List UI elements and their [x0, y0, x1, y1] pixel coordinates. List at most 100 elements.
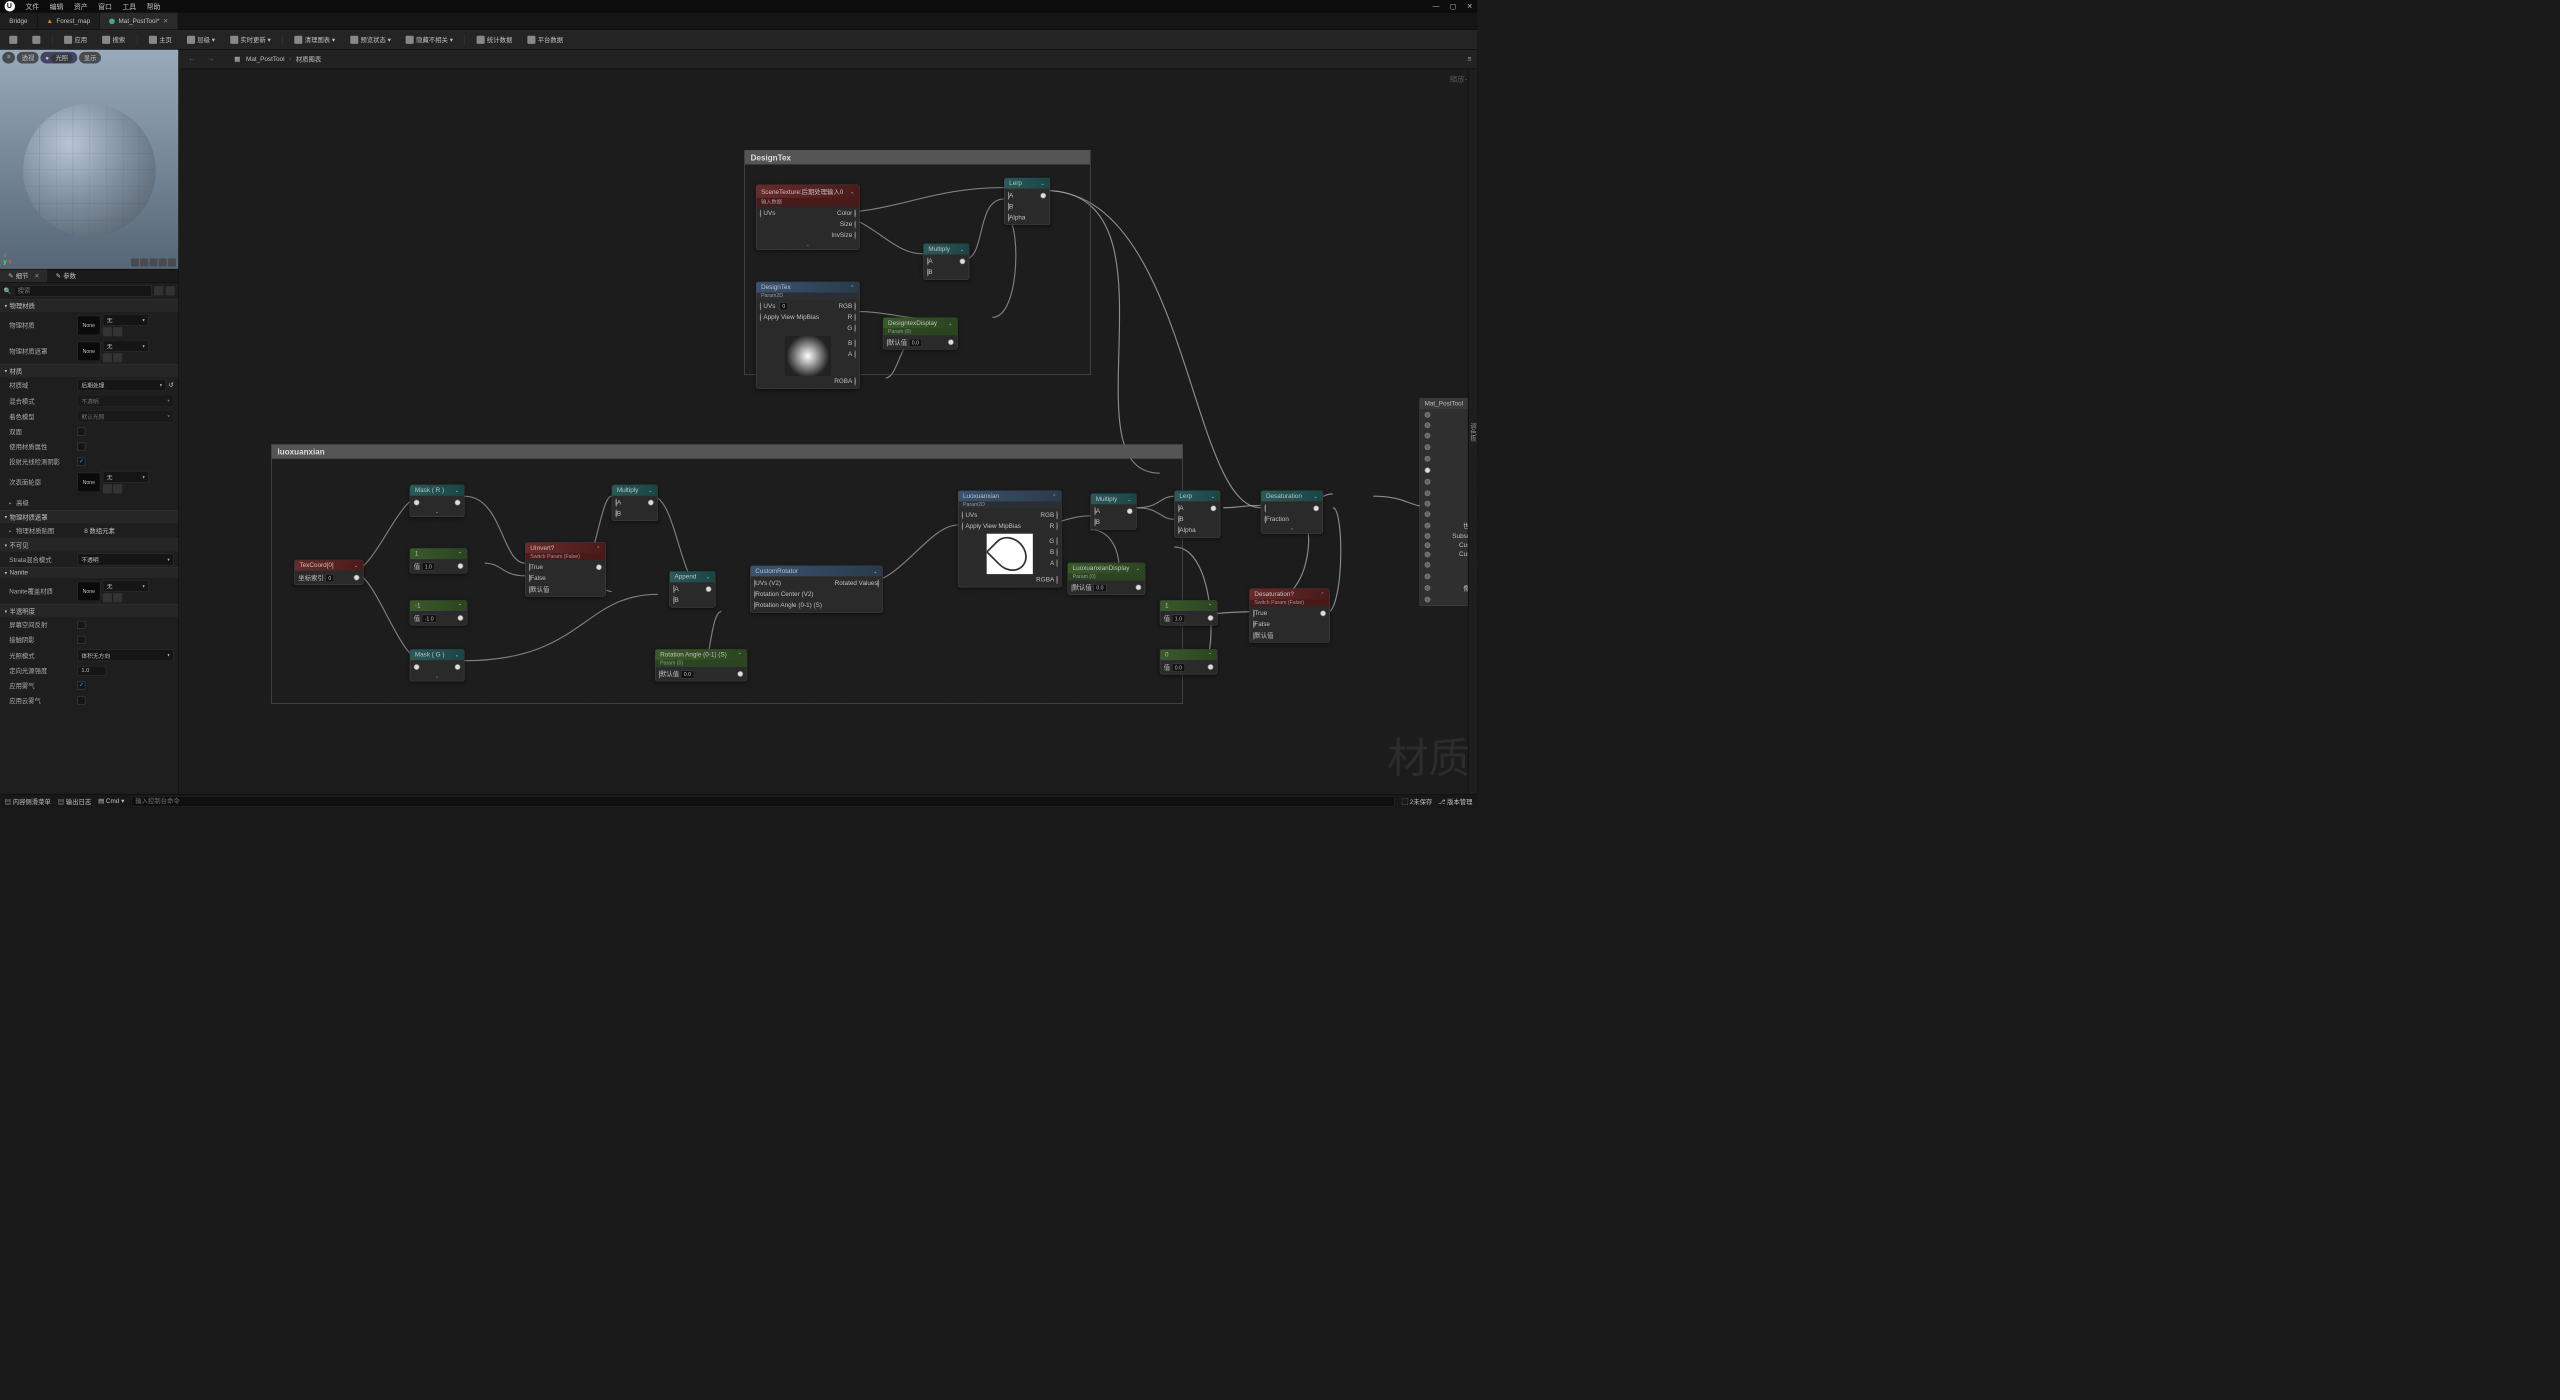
- breadcrumb-root[interactable]: Mat_PostTool: [246, 56, 284, 63]
- pin-out[interactable]: [706, 586, 712, 592]
- pin-out[interactable]: [1127, 508, 1133, 514]
- node-custom-rotator[interactable]: CustomRotator⌄ UVs (V2)Rotated Values Ro…: [750, 565, 883, 612]
- output-log-button[interactable]: ▤ 输出日志: [58, 797, 92, 806]
- details-panel[interactable]: 物理材质 物理材质None无 物理材质遮罩None无 材质 材质域后期处理↺ 混…: [0, 299, 178, 794]
- use-icon[interactable]: [103, 484, 112, 493]
- pin-in[interactable]: [414, 500, 420, 506]
- physmatmask-dropdown[interactable]: 无: [103, 340, 149, 352]
- node-desaturation[interactable]: Desaturation⌄ Fraction⌄: [1261, 490, 1323, 533]
- node-mask-g[interactable]: Mask ( G )⌄ ⌄: [410, 649, 465, 681]
- pin-out[interactable]: [1056, 559, 1057, 567]
- lighting-mode-dropdown[interactable]: 体积无方向: [77, 649, 173, 661]
- node-lerp-top[interactable]: Lerp⌄ A B Alpha: [1004, 178, 1050, 225]
- graph-canvas[interactable]: 缩放-1 材质: [179, 69, 1477, 794]
- pin-out[interactable]: [455, 664, 461, 670]
- live-update-button[interactable]: 实时更新 ▾: [227, 33, 275, 46]
- pin-out[interactable]: [737, 671, 743, 677]
- pin-out[interactable]: [1136, 585, 1142, 591]
- pin-out[interactable]: [1320, 610, 1326, 616]
- vp-opt-icon[interactable]: [168, 258, 176, 266]
- cast-raytrace-shadow-checkbox[interactable]: [77, 458, 85, 466]
- vp-hamburger-icon[interactable]: ≡: [2, 52, 15, 64]
- content-drawer-button[interactable]: ▤ 内容侧滑菜单: [5, 797, 51, 806]
- apply-fog-checkbox[interactable]: [77, 681, 85, 689]
- tab-details[interactable]: ✎细节✕: [0, 269, 48, 282]
- node-desaturation-switch[interactable]: Desaturation?⌃ Switch Param (False) True…: [1249, 589, 1330, 643]
- close-icon[interactable]: ✕: [34, 272, 39, 280]
- use-icon[interactable]: [103, 327, 112, 336]
- node-append[interactable]: Append⌄ A B: [669, 571, 715, 607]
- physmat-dropdown[interactable]: 无: [103, 314, 149, 326]
- node-uinvert-switch[interactable]: UInvert?⌃ Switch Param (False) True Fals…: [525, 542, 606, 596]
- node-multiply-mid[interactable]: Multiply⌄ A B: [612, 485, 658, 521]
- shading-model-dropdown[interactable]: 默认光照: [77, 410, 173, 422]
- directional-light-intensity-field[interactable]: 1.0: [77, 666, 106, 676]
- vp-opt-icon[interactable]: [149, 258, 157, 266]
- pin-out[interactable]: [1208, 615, 1214, 621]
- material-preview-viewport[interactable]: ≡ 透视 ● 光照 显示 zy x: [0, 50, 178, 269]
- node-multiply-right[interactable]: Multiply⌄ A B: [1091, 493, 1137, 529]
- pin-out[interactable]: [855, 313, 856, 321]
- pin-out[interactable]: [855, 324, 856, 332]
- settings-icon[interactable]: [166, 286, 175, 295]
- node-rotation-angle-param[interactable]: Rotation Angle (0-1) (S)⌃ Param (0) 默认值 …: [655, 649, 747, 681]
- console-input[interactable]: [131, 796, 1394, 806]
- category-physmat-mask[interactable]: 物理材质遮罩: [0, 510, 178, 523]
- graph-root-icon[interactable]: ▦: [234, 55, 240, 63]
- node-designtex-sampler[interactable]: DesignTex⌃ Param2D UVs 0RGB Apply View M…: [756, 282, 860, 389]
- unsaved-indicator[interactable]: ⬚ 2未保存: [1402, 797, 1433, 806]
- contact-shadow-checkbox[interactable]: [77, 636, 85, 644]
- menu-tool[interactable]: 工具: [122, 1, 136, 11]
- source-control-button[interactable]: ⎇ 版本管理: [1438, 797, 1472, 806]
- asset-thumbnail[interactable]: None: [77, 581, 100, 601]
- pin-out[interactable]: [458, 615, 464, 621]
- platform-stats-button[interactable]: 平台数据: [524, 33, 567, 46]
- tab-bridge[interactable]: Bridge: [0, 13, 37, 30]
- pin-out[interactable]: [1056, 576, 1057, 584]
- pin-in[interactable]: [1265, 504, 1266, 512]
- vp-opt-icon[interactable]: [140, 258, 148, 266]
- category-physical-material[interactable]: 物理材质: [0, 299, 178, 312]
- stats-button[interactable]: 统计数据: [473, 33, 516, 46]
- apply-cloud-fog-checkbox[interactable]: [77, 696, 85, 704]
- pin-out[interactable]: [1056, 522, 1057, 530]
- tab-parameters[interactable]: ✎参数: [48, 269, 84, 282]
- pin-out[interactable]: [855, 350, 856, 358]
- tab-forest-map[interactable]: ▲ Forest_map: [37, 13, 100, 30]
- node-luoxuanxian-display[interactable]: LuoxuanxianDisplay⌄ Param (0) 默认值 0.0: [1067, 563, 1145, 595]
- node-scenetexture[interactable]: SceneTexture:后期处理输入0⌄ 输入数据 UVsColor Size…: [756, 185, 860, 250]
- tab-mat-posttool[interactable]: Mat_PostTool* ✕: [100, 13, 178, 30]
- strata-blend-dropdown[interactable]: 不透明: [77, 553, 173, 565]
- vp-perspective[interactable]: 透视: [17, 52, 39, 64]
- browse-icon[interactable]: [113, 593, 122, 602]
- graph-menu-icon[interactable]: ≡: [1468, 56, 1472, 63]
- pin-out[interactable]: [855, 220, 856, 228]
- node-constant-0[interactable]: 0⌃ 值 0.0: [1160, 649, 1218, 674]
- node-texcoord[interactable]: TexCoord[0]⌄ 坐标索引 0: [294, 560, 363, 585]
- browse-button[interactable]: [29, 34, 44, 46]
- minimize-icon[interactable]: —: [1432, 2, 1439, 10]
- browse-icon[interactable]: [113, 353, 122, 362]
- pin-out[interactable]: [354, 575, 360, 581]
- vp-show[interactable]: 显示: [79, 52, 101, 64]
- pin-out[interactable]: [855, 339, 856, 347]
- pin-out[interactable]: [878, 579, 879, 587]
- menu-file[interactable]: 文件: [25, 1, 39, 11]
- pin-out[interactable]: [1313, 505, 1319, 511]
- pin-out[interactable]: [1208, 664, 1214, 670]
- menu-edit[interactable]: 编辑: [50, 1, 64, 11]
- close-icon[interactable]: ✕: [1467, 2, 1473, 10]
- node-luoxuanxian-sampler[interactable]: Luoxuanxian⌃ Param2D UVsRGB Apply View M…: [958, 490, 1062, 587]
- menu-help[interactable]: 帮助: [147, 1, 161, 11]
- pin-out[interactable]: [948, 339, 954, 345]
- blend-mode-dropdown[interactable]: 不透明: [77, 395, 173, 407]
- palette-panel-collapsed[interactable]: 调色板: [1468, 69, 1477, 794]
- two-sided-checkbox[interactable]: [77, 428, 85, 436]
- vp-lit[interactable]: ● 光照: [41, 52, 78, 64]
- details-search-input[interactable]: [14, 285, 152, 297]
- pin-out[interactable]: [648, 500, 654, 506]
- asset-thumbnail[interactable]: None: [77, 315, 100, 335]
- node-constant-1-right[interactable]: 1⌃ 值 1.0: [1160, 600, 1218, 625]
- use-icon[interactable]: [103, 593, 112, 602]
- pin-out[interactable]: [1056, 548, 1057, 556]
